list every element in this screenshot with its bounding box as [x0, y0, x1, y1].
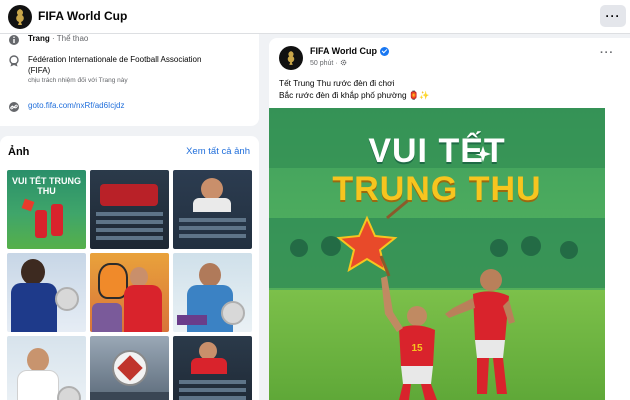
- post-text-line: Bắc rước đèn đi khắp phố phường 🏮✨: [279, 90, 430, 100]
- photo-thumbnail[interactable]: [7, 336, 86, 400]
- photo-thumbnail[interactable]: [90, 336, 169, 400]
- mascot-figure: [92, 303, 122, 332]
- player-shirt: [17, 370, 59, 400]
- team-photo: [100, 184, 158, 206]
- link-icon: [9, 102, 19, 112]
- post-text: Tết Trung Thu rước đèn đi chơi Bắc rước …: [279, 77, 430, 101]
- category-row: Trang · Thể thao: [8, 34, 88, 46]
- scoreboard-row: [96, 236, 163, 240]
- image-title-line1: VUI TẾT: [368, 132, 506, 170]
- page-title[interactable]: FIFA World Cup: [38, 9, 127, 23]
- more-options-button[interactable]: ···: [600, 5, 626, 27]
- organization-name: Fédération Internationale de Football As…: [28, 55, 202, 64]
- post-timestamp[interactable]: 50 phút ·: [310, 59, 347, 67]
- player-head: [27, 348, 49, 372]
- badge-icon: [9, 55, 19, 67]
- photo-thumbnail[interactable]: [173, 170, 252, 249]
- stadium-background: [90, 392, 169, 400]
- photo-thumbnail[interactable]: [173, 336, 252, 400]
- photos-card: Ảnh Xem tất cả ảnh VUI TẾT TRUNG THU: [0, 136, 259, 400]
- player-head: [199, 263, 221, 287]
- scoreboard-row: [179, 234, 246, 238]
- website-row: goto.fifa.com/nxRf/ad6Icjdz: [8, 101, 125, 113]
- photos-title: Ảnh: [8, 146, 30, 158]
- player-shirt: [193, 198, 231, 212]
- player-figure: [35, 210, 47, 238]
- photo-thumbnail[interactable]: [173, 253, 252, 332]
- scoreboard-row: [179, 388, 246, 392]
- info-icon: [9, 35, 19, 45]
- website-link[interactable]: goto.fifa.com/nxRf/ad6Icjdz: [28, 101, 125, 113]
- player-head: [21, 259, 45, 285]
- organization-row: Fédération Internationale de Football As…: [8, 55, 201, 84]
- photo-thumbnail[interactable]: [90, 253, 169, 332]
- scoreboard-row: [96, 212, 163, 216]
- post-time[interactable]: 50 phút ·: [310, 60, 338, 67]
- award-medal-icon: [221, 301, 245, 325]
- player-number: 15: [411, 343, 423, 354]
- scoreboard-row: [179, 380, 246, 384]
- post-more-button[interactable]: ···: [600, 47, 614, 59]
- photo-grid: VUI TẾT TRUNG THU: [7, 170, 252, 400]
- post-text-line: Tết Trung Thu rước đèn đi chơi: [279, 78, 395, 88]
- photo-thumbnail-title: VUI TẾT TRUNG THU: [12, 176, 81, 196]
- post-image[interactable]: 15 VUI TẾT TRUNG THU: [269, 108, 605, 400]
- player-figure: [51, 204, 63, 236]
- photo-thumbnail[interactable]: [7, 253, 86, 332]
- award-medal-icon: [57, 386, 81, 400]
- organization-short: (FIFA): [28, 66, 51, 75]
- photo-thumbnail[interactable]: VUI TẾT TRUNG THU: [7, 170, 86, 249]
- photo-thumbnail[interactable]: [90, 170, 169, 249]
- caption-label: [177, 315, 207, 325]
- scoreboard-row: [96, 220, 163, 224]
- award-medal-icon: [55, 287, 79, 311]
- player-shirt: [191, 358, 227, 374]
- organization-subtitle: chịu trách nhiệm đối với Trang này: [28, 77, 128, 84]
- fifa-logo-icon[interactable]: [8, 5, 32, 29]
- intro-card: Trang · Thể thao Fédération Internationa…: [0, 34, 259, 126]
- star-lantern-icon: [21, 198, 35, 212]
- post-author-name[interactable]: FIFA World Cup: [310, 46, 377, 56]
- page-header: FIFA World Cup ···: [0, 0, 630, 34]
- player-shirt: [11, 283, 57, 332]
- category-value: · Thể thao: [52, 34, 89, 43]
- verified-badge-icon: [380, 46, 389, 56]
- player-shirt: [124, 285, 162, 332]
- gear-icon: [340, 59, 346, 66]
- category-label: Trang: [28, 34, 50, 43]
- post-avatar[interactable]: [279, 46, 303, 70]
- scoreboard-row: [179, 396, 246, 400]
- player-head: [130, 267, 148, 287]
- post-card: FIFA World Cup 50 phút · ··· Tết Trung T…: [269, 38, 630, 400]
- scoreboard-row: [179, 218, 246, 222]
- post-author[interactable]: FIFA World Cup: [310, 46, 389, 56]
- see-all-photos-link[interactable]: Xem tất cả ảnh: [186, 146, 250, 157]
- scoreboard-row: [96, 228, 163, 232]
- image-title-line2: TRUNG THU: [332, 170, 542, 208]
- player-head: [201, 178, 223, 200]
- scoreboard-row: [179, 226, 246, 230]
